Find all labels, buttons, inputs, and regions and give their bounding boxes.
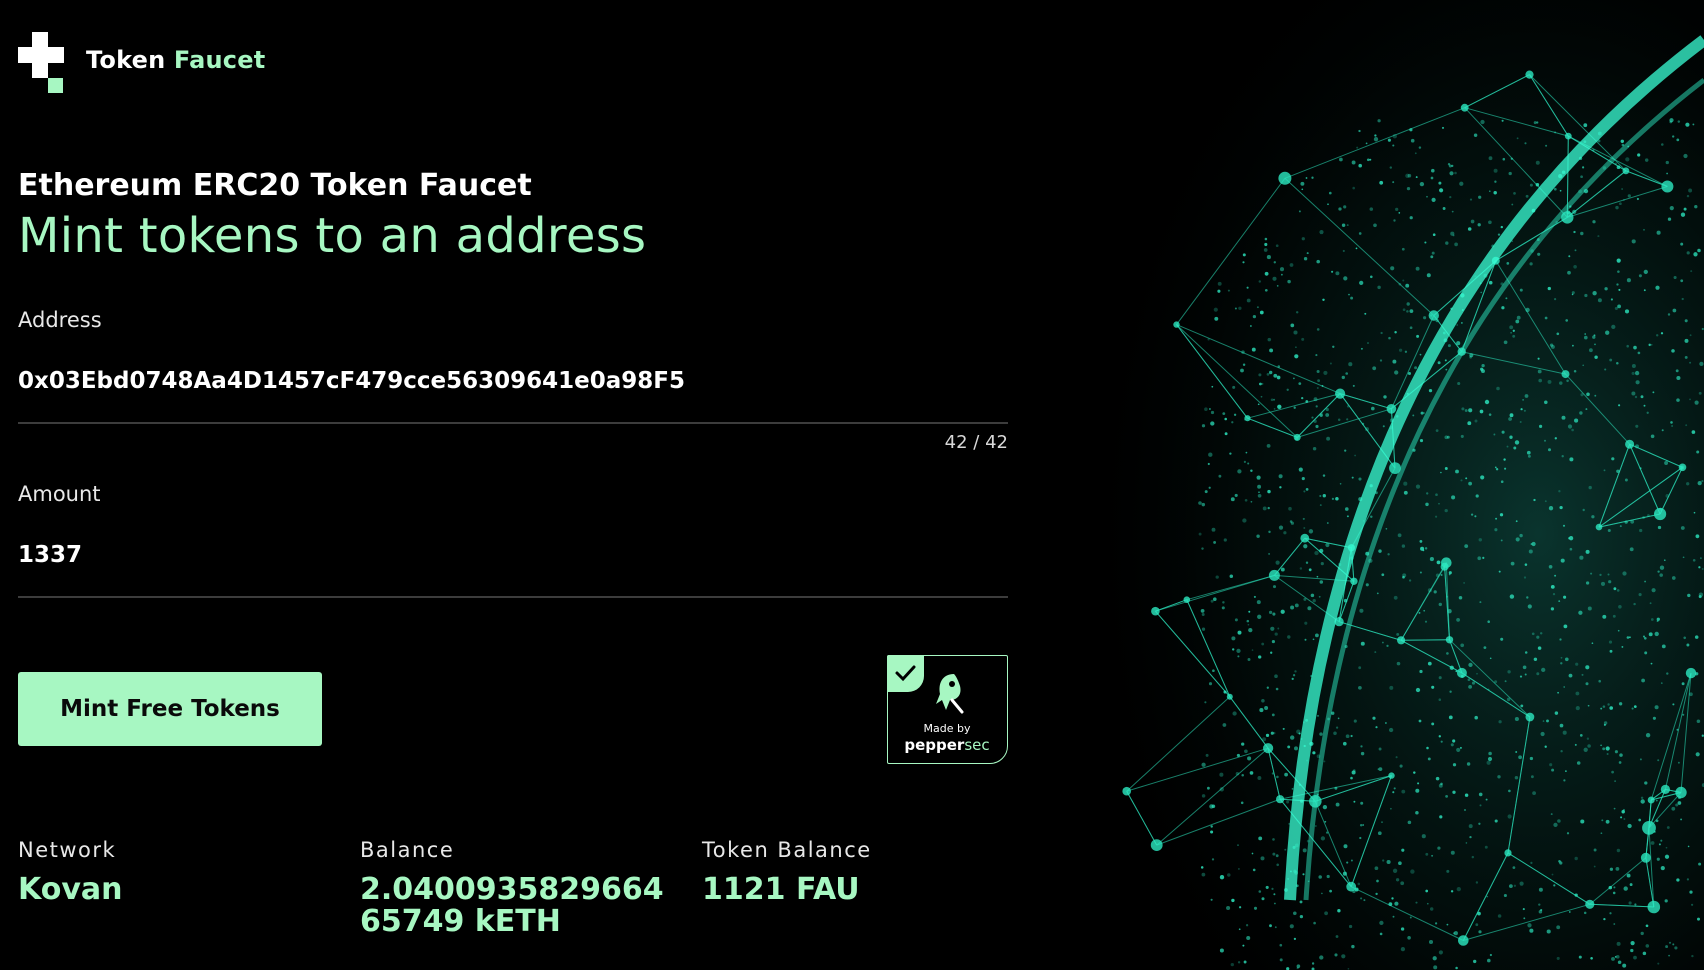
network-value: Kovan: [18, 872, 123, 907]
globe-background: [1040, 0, 1704, 970]
brand-title: Token Faucet: [86, 46, 265, 74]
badge-brand-light: sec: [964, 736, 990, 754]
knight-mascot-icon: [936, 674, 964, 714]
made-by-badge[interactable]: Made by peppersec: [887, 655, 1008, 764]
balance-value: 2.040093582966465749 kETH: [360, 872, 664, 939]
page-kicker: Ethereum ERC20 Token Faucet: [18, 168, 532, 203]
token-balance-label: Token Balance: [702, 838, 872, 862]
address-underline: [18, 422, 1008, 424]
address-char-counter: 42 / 42: [944, 432, 1008, 453]
amount-underline: [18, 596, 1008, 598]
token-balance-value: 1121 FAU: [702, 872, 860, 907]
check-icon: [887, 655, 924, 692]
badge-brand-bold: pepper: [904, 736, 965, 754]
mint-free-tokens-button[interactable]: Mint Free Tokens: [18, 672, 322, 746]
badge-made-by-text: Made by: [923, 722, 971, 735]
brand-word-token: Token: [86, 46, 166, 74]
brand-word-faucet: Faucet: [173, 46, 266, 74]
plus-logo-icon: [18, 32, 64, 93]
network-label: Network: [18, 838, 117, 862]
address-input[interactable]: [18, 364, 1008, 398]
address-label: Address: [18, 308, 102, 332]
balance-label: Balance: [360, 838, 455, 862]
page-headline: Mint tokens to an address: [18, 208, 647, 264]
badge-brand-text: peppersec: [888, 736, 1006, 754]
globe-illustration: [1040, 0, 1704, 970]
amount-input[interactable]: [18, 538, 1008, 572]
amount-label: Amount: [18, 482, 101, 506]
